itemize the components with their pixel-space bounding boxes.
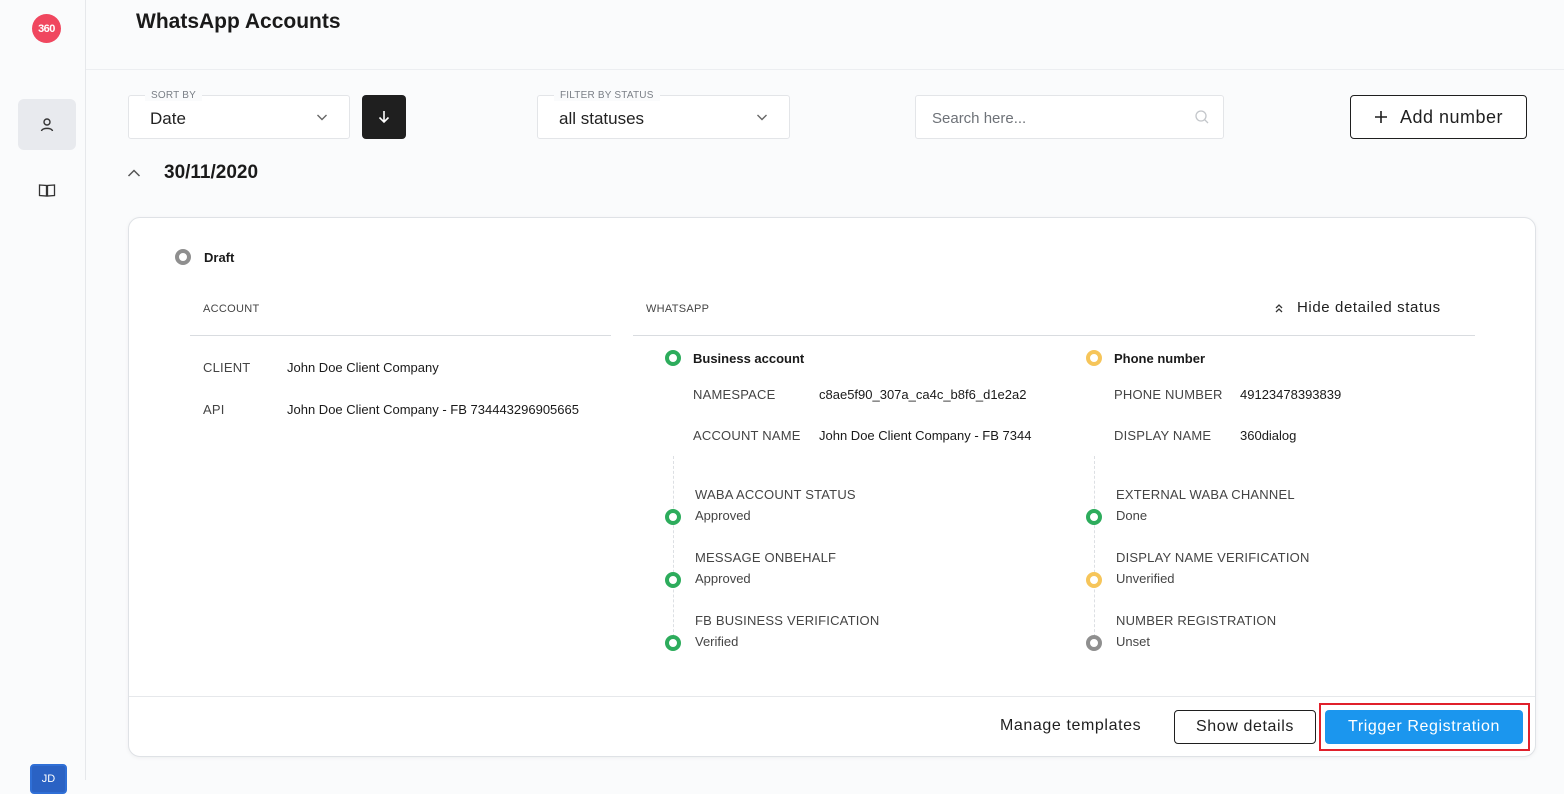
arrow-down-icon: [378, 111, 390, 124]
sidebar-item-docs[interactable]: [18, 164, 76, 215]
manage-templates-button[interactable]: Manage templates: [1000, 717, 1141, 735]
step-value: Approved: [695, 571, 751, 586]
status-dot-icon: [665, 350, 681, 366]
step-label: EXTERNAL WABA CHANNEL: [1116, 487, 1295, 502]
chevron-up-icon[interactable]: [126, 165, 142, 181]
phone-number-label: PHONE NUMBER: [1114, 387, 1223, 402]
phone-number-value: 49123478393839: [1240, 387, 1342, 402]
step-value: Unset: [1116, 634, 1150, 649]
api-value: John Doe Client Company - FB 73444329690…: [287, 402, 579, 417]
user-avatar[interactable]: JD: [30, 764, 67, 794]
show-details-label: Show details: [1196, 718, 1294, 735]
step-label: DISPLAY NAME VERIFICATION: [1116, 550, 1310, 565]
top-bar: WhatsApp Accounts: [86, 0, 1564, 70]
status-dot-icon: [175, 249, 191, 265]
highlight-box: [1319, 703, 1530, 751]
page-title: WhatsApp Accounts: [136, 10, 341, 33]
step-dot-icon: [1086, 572, 1102, 588]
account-card: Draft ACCOUNT CLIENT John Doe Client Com…: [128, 217, 1536, 757]
chevron-down-icon: [317, 114, 327, 121]
plus-icon: [1374, 111, 1387, 123]
sort-direction-button[interactable]: [362, 95, 406, 139]
card-status: Draft: [175, 249, 234, 265]
account-name-label: ACCOUNT NAME: [693, 428, 801, 443]
display-name-label: DISPLAY NAME: [1114, 428, 1212, 443]
add-number-button[interactable]: Add number: [1350, 95, 1527, 139]
step-value: Unverified: [1116, 571, 1175, 586]
sort-by-value: Date: [150, 109, 186, 128]
sidebar-item-accounts[interactable]: [18, 99, 76, 150]
search-input[interactable]: [932, 107, 1182, 129]
status-label: Draft: [204, 249, 235, 265]
date-group-header[interactable]: 30/11/2020: [126, 162, 258, 184]
step-label: NUMBER REGISTRATION: [1116, 613, 1277, 628]
timeline-line: [673, 456, 674, 642]
hide-status-toggle[interactable]: Hide detailed status: [1273, 299, 1441, 316]
step-dot-icon: [665, 572, 681, 588]
step-dot-icon: [1086, 635, 1102, 651]
api-label: API: [203, 402, 225, 417]
show-details-button[interactable]: Show details: [1174, 710, 1316, 744]
divider: [633, 335, 1475, 336]
chevron-down-icon: [757, 114, 767, 121]
step-label: FB BUSINESS VERIFICATION: [695, 613, 880, 628]
display-name-value: 360dialog: [1240, 428, 1297, 443]
search-icon: [1195, 110, 1209, 124]
step-dot-icon: [665, 509, 681, 525]
account-header: ACCOUNT: [203, 303, 260, 315]
sort-by-select[interactable]: SORT BY Date: [128, 90, 350, 139]
sidebar: 360 JD: [10, 0, 86, 794]
step-value: Done: [1116, 508, 1148, 523]
client-label: CLIENT: [203, 360, 251, 375]
status-filter-label: FILTER BY STATUS: [554, 90, 660, 101]
timeline-line: [1094, 456, 1095, 642]
step-value: Verified: [695, 634, 739, 649]
whatsapp-header: WHATSAPP: [646, 303, 710, 315]
business-account-heading: Business account: [665, 350, 804, 366]
step-value: Approved: [695, 508, 751, 523]
status-filter-value: all statuses: [559, 109, 645, 128]
phone-number-title: Phone number: [1114, 350, 1206, 366]
step-label: WABA ACCOUNT STATUS: [695, 487, 856, 502]
business-account-title: Business account: [693, 350, 805, 366]
step-dot-icon: [1086, 509, 1102, 525]
double-chevron-up-icon: [1275, 303, 1283, 312]
client-value: John Doe Client Company: [287, 360, 439, 375]
account-name-value: John Doe Client Company - FB 7344: [819, 428, 1032, 443]
divider: [190, 335, 611, 336]
search-box: [915, 95, 1224, 139]
group-date: 30/11/2020: [164, 162, 259, 183]
status-filter-select[interactable]: FILTER BY STATUS all statuses: [537, 90, 790, 139]
brand-logo[interactable]: 360: [32, 14, 61, 43]
step-label: MESSAGE ONBEHALF: [695, 550, 837, 565]
status-dot-icon: [1086, 350, 1102, 366]
hide-status-label: Hide detailed status: [1297, 299, 1441, 316]
phone-number-heading: Phone number: [1086, 350, 1205, 366]
user-icon: [40, 117, 54, 131]
sort-by-label: SORT BY: [145, 90, 202, 101]
add-number-label: Add number: [1399, 106, 1504, 127]
namespace-value: c8ae5f90_307a_ca4c_b8f6_d1e2a2: [819, 387, 1027, 402]
namespace-label: NAMESPACE: [693, 387, 776, 402]
step-dot-icon: [665, 635, 681, 651]
book-icon: [38, 183, 56, 197]
